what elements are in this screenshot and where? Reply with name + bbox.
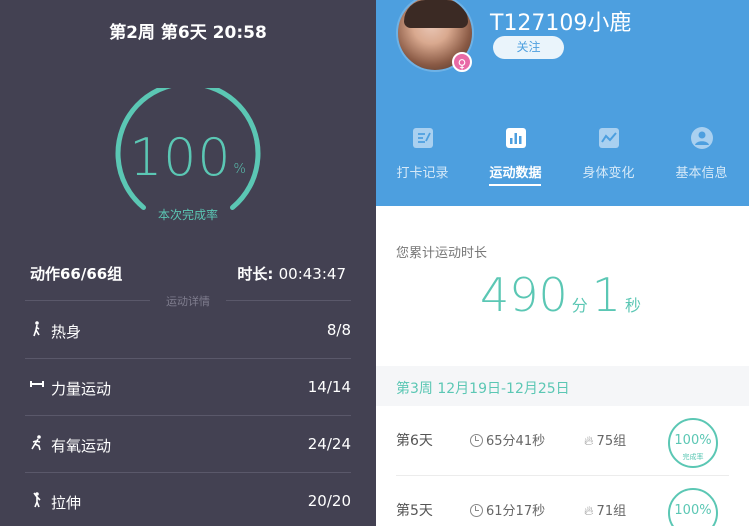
- profile-header: ♀ T127109小鹿 关注 打卡记录 运动数据 身体变化 基本信息: [376, 0, 749, 206]
- session-header: 第2周 第6天 20:58: [109, 23, 267, 43]
- exercise-label: 力量运动: [51, 380, 112, 398]
- day-sets: 🔥︎ 71组: [584, 504, 627, 519]
- exercise-value: 20/20: [307, 492, 351, 510]
- tab-label: 打卡记录: [396, 166, 449, 181]
- tab-body-change[interactable]: 身体变化: [562, 126, 655, 181]
- day-time: 61分17秒: [470, 500, 545, 519]
- completion-ring: 100% 本次完成率: [113, 88, 263, 238]
- tab-checkin[interactable]: 打卡记录: [376, 126, 469, 181]
- exercise-label: 有氧运动: [51, 437, 112, 455]
- week-title: 第3周 12月19日-12月25日: [396, 381, 570, 397]
- exercise-label: 热身: [51, 323, 82, 341]
- exercise-list: 热身 8/8 力量运动 14/14 有氧运动 24/24 拉伸 20/20: [25, 302, 351, 526]
- tab-label: 运动数据: [489, 166, 542, 181]
- day-completion-percent: 100%: [674, 503, 712, 518]
- total-minutes: 490: [479, 268, 568, 322]
- profile-tabs: 打卡记录 运动数据 身体变化 基本信息: [376, 126, 749, 196]
- list-item[interactable]: 第6天 65分41秒 🔥︎ 75组 100% 完成率: [396, 406, 729, 476]
- duration: 时长: 00:43:47: [237, 263, 346, 284]
- profile-panel: ♀ T127109小鹿 关注 打卡记录 运动数据 身体变化 基本信息 您累计运动…: [376, 0, 749, 526]
- tab-sport-data[interactable]: 运动数据: [469, 126, 562, 186]
- day-sets: 🔥︎ 75组: [584, 434, 627, 449]
- tab-basic-info[interactable]: 基本信息: [655, 126, 748, 181]
- follow-button[interactable]: 关注: [493, 36, 564, 59]
- exercise-item-cardio[interactable]: 有氧运动 24/24: [25, 416, 351, 473]
- percent-sign: %: [233, 162, 247, 177]
- list-item[interactable]: 第5天 61分17秒 🔥︎ 71组 100%: [396, 476, 729, 526]
- tab-label: 基本信息: [675, 166, 728, 181]
- completion-label: 本次完成率: [157, 208, 218, 222]
- day-completion-ring: 100% 完成率: [668, 418, 718, 468]
- week-header: 第3周 12月19日-12月25日: [376, 368, 749, 406]
- actions-count: 动作66/66组: [30, 265, 123, 283]
- day-name: 第5天: [396, 503, 433, 519]
- total-duration-card: 您累计运动时长 490 分1 秒: [376, 206, 749, 366]
- clock-icon: [470, 434, 483, 447]
- female-icon: ♀: [452, 52, 472, 72]
- exercise-value: 14/14: [307, 378, 351, 396]
- total-duration-label: 您累计运动时长: [396, 246, 488, 261]
- checkin-icon: [412, 128, 433, 148]
- duration-value: 00:43:47: [278, 265, 346, 283]
- bar-chart-icon: [505, 128, 526, 148]
- day-name: 第6天: [396, 433, 433, 449]
- exercise-item-strength[interactable]: 力量运动 14/14: [25, 359, 351, 416]
- day-completion-label: 完成率: [682, 453, 704, 461]
- dumbbell-icon: [29, 378, 45, 396]
- flame-icon: 🔥︎: [584, 434, 594, 449]
- exercise-value: 8/8: [326, 321, 351, 339]
- day-completion-ring: 100%: [668, 488, 718, 526]
- minutes-unit: 分: [571, 296, 588, 315]
- trend-icon: [598, 128, 619, 148]
- completion-percent: 100%: [129, 128, 247, 188]
- seconds-unit: 秒: [625, 296, 642, 315]
- clock-icon: [470, 504, 483, 517]
- username: T127109小鹿: [490, 11, 632, 36]
- workout-summary-panel: 第2周 第6天 20:58 100% 本次完成率 动作66/66组 时长: 00…: [0, 0, 376, 526]
- avatar-hair: [404, 0, 468, 28]
- day-completion-percent: 100%: [674, 433, 712, 448]
- profile-icon: [690, 127, 713, 149]
- duration-label: 时长:: [237, 265, 279, 283]
- flame-icon: 🔥︎: [584, 504, 594, 519]
- exercise-label: 拉伸: [51, 494, 82, 512]
- total-seconds: 1: [591, 268, 622, 322]
- exercise-item-warmup[interactable]: 热身 8/8: [25, 302, 351, 359]
- tab-label: 身体变化: [582, 166, 635, 181]
- warmup-icon: [29, 321, 45, 339]
- day-list: 第6天 65分41秒 🔥︎ 75组 100% 完成率 第5天 61分17秒 🔥︎ 7…: [376, 406, 749, 526]
- running-icon: [29, 435, 45, 453]
- exercise-item-stretch[interactable]: 拉伸 20/20: [25, 473, 351, 526]
- stretch-icon: [29, 492, 45, 510]
- exercise-value: 24/24: [307, 435, 351, 453]
- active-tab-indicator: [489, 184, 541, 186]
- day-time: 65分41秒: [470, 430, 545, 449]
- total-duration-value: 490 分1 秒: [376, 268, 749, 322]
